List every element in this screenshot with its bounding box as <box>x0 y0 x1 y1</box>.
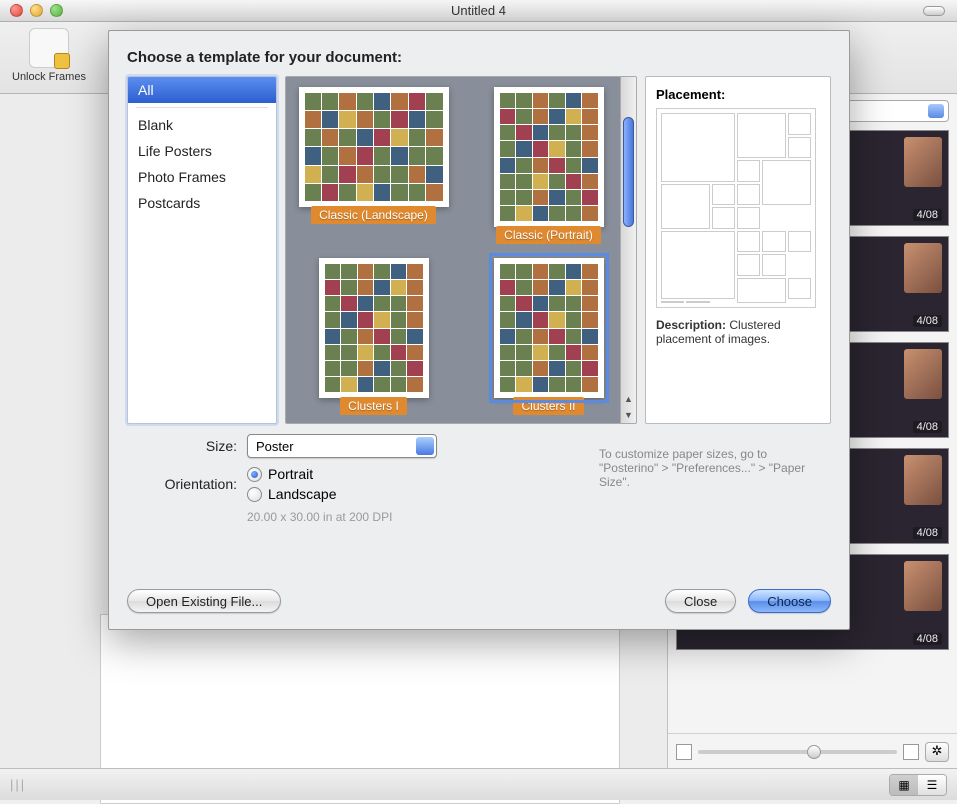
frames-icon <box>29 28 69 68</box>
orientation-radio-group: Portrait Landscape <box>247 466 437 502</box>
template-thumbnail <box>494 87 604 227</box>
size-label: Size: <box>127 438 237 454</box>
sheet-heading: Choose a template for your document: <box>127 49 831 66</box>
photo-date: 4/08 <box>913 209 942 221</box>
large-thumb-icon[interactable] <box>903 744 919 760</box>
photo-date: 4/08 <box>913 421 942 433</box>
separator <box>136 107 268 108</box>
list-view-icon[interactable]: ☰ <box>918 775 946 795</box>
gear-menu-button[interactable]: ✲ <box>925 742 949 762</box>
template-clusters-1[interactable]: Clusters I <box>296 258 451 415</box>
photo-date: 4/08 <box>913 633 942 645</box>
thumbnail-size-slider[interactable] <box>698 750 897 754</box>
template-label: Classic (Landscape) <box>311 206 436 224</box>
lock-icon <box>54 53 70 69</box>
template-clusters-2[interactable]: Clusters II <box>471 258 626 415</box>
window-title: Untitled 4 <box>0 3 957 18</box>
category-all[interactable]: All <box>128 77 276 103</box>
window-footer: ||| ▦ ☰ <box>0 768 957 800</box>
category-blank[interactable]: Blank <box>128 112 276 138</box>
window-titlebar: Untitled 4 <box>0 0 957 22</box>
orientation-portrait-radio[interactable]: Portrait <box>247 466 437 482</box>
slider-handle[interactable] <box>807 745 821 759</box>
template-label: Classic (Portrait) <box>496 226 601 244</box>
photo-date: 4/08 <box>913 527 942 539</box>
template-gallery: Classic (Landscape) Classic (Portrait) C… <box>285 76 637 424</box>
category-photo-frames[interactable]: Photo Frames <box>128 164 276 190</box>
gallery-scrollbar[interactable]: ▲ ▼ <box>620 77 636 423</box>
photo-date: 4/08 <box>913 315 942 327</box>
view-mode-toggle[interactable]: ▦ ☰ <box>889 774 947 796</box>
scroll-down-arrow[interactable]: ▼ <box>621 407 636 423</box>
toolbar-pill-button[interactable] <box>923 6 945 16</box>
template-description: Description: Clustered placement of imag… <box>656 318 820 346</box>
small-thumb-icon[interactable] <box>676 744 692 760</box>
orientation-landscape-radio[interactable]: Landscape <box>247 486 437 502</box>
template-chooser-sheet: Choose a template for your document: All… <box>108 30 850 630</box>
template-classic-portrait[interactable]: Classic (Portrait) <box>471 87 626 244</box>
template-classic-landscape[interactable]: Classic (Landscape) <box>296 87 451 244</box>
radio-icon <box>247 487 262 502</box>
resize-grip[interactable]: ||| <box>10 777 26 792</box>
placement-preview <box>656 108 816 308</box>
radio-icon <box>247 467 262 482</box>
template-thumbnail <box>494 258 604 398</box>
size-select[interactable]: Poster <box>247 434 437 458</box>
sheet-button-row: Open Existing File... Close Choose <box>127 589 831 613</box>
template-label: Clusters II <box>513 397 583 415</box>
category-life-posters[interactable]: Life Posters <box>128 138 276 164</box>
category-postcards[interactable]: Postcards <box>128 190 276 216</box>
close-button[interactable]: Close <box>665 589 736 613</box>
grid-view-icon[interactable]: ▦ <box>890 775 918 795</box>
template-info-panel: Placement: Description: Clustered placem… <box>645 76 831 424</box>
unlock-frames-label: Unlock Frames <box>12 71 86 83</box>
scrollbar-thumb[interactable] <box>623 117 634 227</box>
unlock-frames-button[interactable]: Unlock Frames <box>12 28 86 83</box>
template-thumbnail <box>319 258 429 398</box>
radio-label: Portrait <box>268 466 313 482</box>
paper-size-hint: To customize paper sizes, go to "Posteri… <box>599 447 819 489</box>
radio-label: Landscape <box>268 486 337 502</box>
size-value: Poster <box>256 439 294 454</box>
open-existing-file-button[interactable]: Open Existing File... <box>127 589 281 613</box>
choose-button[interactable]: Choose <box>748 589 831 613</box>
orientation-label: Orientation: <box>127 476 237 492</box>
description-label: Description: <box>656 318 726 332</box>
scroll-up-arrow[interactable]: ▲ <box>621 391 636 407</box>
placement-label: Placement: <box>656 87 820 102</box>
template-thumbnail <box>299 87 449 207</box>
template-category-list: All Blank Life Posters Photo Frames Post… <box>127 76 277 424</box>
template-label: Clusters I <box>340 397 407 415</box>
dimensions-hint: 20.00 x 30.00 in at 200 DPI <box>247 510 831 524</box>
